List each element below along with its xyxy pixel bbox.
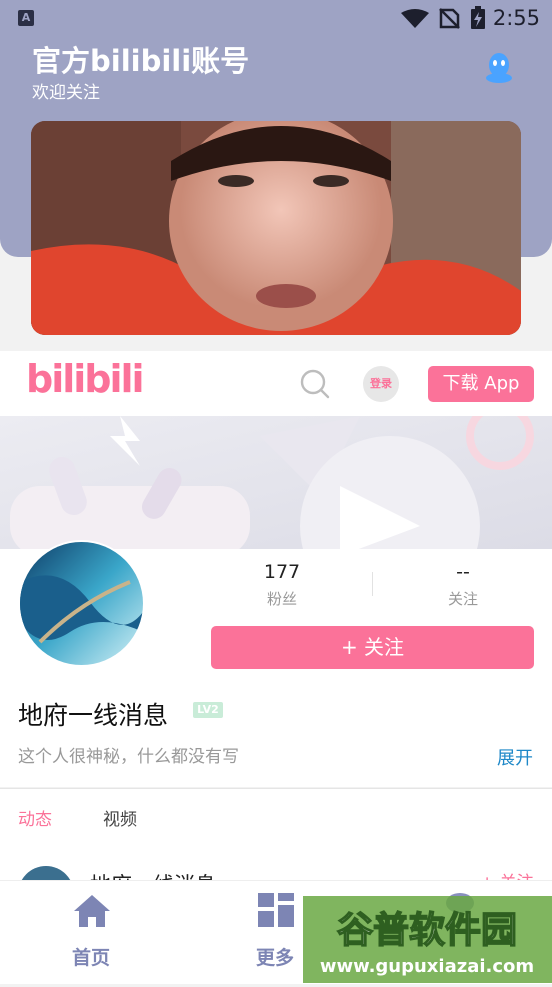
content-tabs [0, 788, 552, 846]
fans-label: 粉丝 [266, 590, 297, 608]
avatar-image [20, 542, 143, 665]
watermark-image: 谷普软件园 www.gupuxiazai.com [303, 896, 552, 983]
home-icon[interactable] [72, 893, 112, 929]
page-subtitle: 欢迎关注 [32, 83, 100, 103]
feed-follow-button[interactable]: + 关注 [480, 868, 534, 880]
battery-charging-icon [471, 6, 485, 29]
nav-more-label[interactable]: 更多 [256, 943, 294, 970]
feed-avatar [18, 866, 74, 880]
tab-video[interactable]: 视频 [103, 805, 137, 830]
wifi-icon [401, 9, 429, 28]
stats-divider [372, 572, 373, 596]
following-count: -- [456, 561, 470, 583]
search-icon[interactable] [300, 369, 330, 399]
app-notification-icon: A [18, 10, 34, 26]
following-label: 关注 [447, 590, 478, 608]
svg-text:谷普软件园: 谷普软件园 [337, 910, 517, 951]
username: 地府一线消息 [18, 701, 169, 730]
status-time: 2:55 [492, 6, 540, 30]
feed-author-name: 地府一线消息 [90, 869, 216, 880]
login-button[interactable]: 登录 [363, 366, 399, 402]
feed-item[interactable]: 地府一线消息 + 关注 [0, 845, 552, 880]
svg-text:www.gupuxiazai.com: www.gupuxiazai.com [320, 956, 534, 977]
level-badge: LV2 [193, 702, 223, 718]
download-app-button[interactable]: 下载 App [428, 366, 534, 402]
video-frame-image [31, 121, 521, 335]
fans-count: 177 [263, 561, 301, 583]
page-title: 官方bilibili账号 [32, 44, 250, 78]
profile-banner [0, 416, 552, 549]
more-grid-icon[interactable] [256, 893, 296, 929]
avatar[interactable] [18, 540, 145, 667]
watermark: 谷普软件园 www.gupuxiazai.com [303, 896, 552, 983]
qq-icon[interactable] [484, 52, 514, 84]
video-player[interactable] [31, 121, 521, 335]
no-sim-icon [439, 8, 460, 29]
user-bio: 这个人很神秘，什么都没有写 [18, 747, 239, 767]
nav-home-label[interactable]: 首页 [72, 943, 110, 970]
expand-bio-link[interactable]: 展开 [497, 744, 533, 770]
tab-dynamic[interactable]: 动态 [18, 805, 52, 830]
follow-button[interactable]: + 关注 [211, 626, 534, 669]
bilibili-logo[interactable]: bilibili [26, 357, 145, 401]
banner-illustration [0, 416, 552, 549]
